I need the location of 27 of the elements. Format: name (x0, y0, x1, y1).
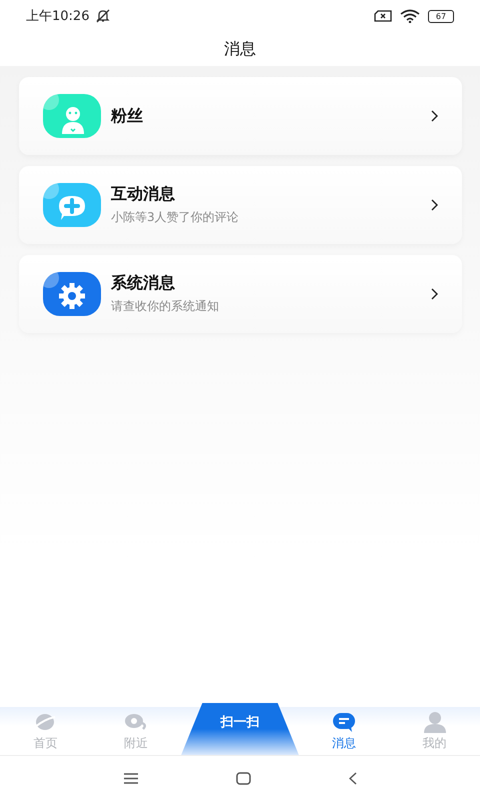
menu-icon[interactable] (124, 772, 138, 784)
person-icon (422, 710, 447, 732)
chevron-icon (431, 288, 438, 300)
tab[interactable]: 消息 (298, 707, 390, 755)
chat-icon (332, 710, 356, 732)
gear-icon (43, 272, 101, 316)
chevron-icon (431, 110, 438, 122)
message-card[interactable]: 粉丝 (19, 77, 462, 155)
home-icon[interactable] (236, 772, 250, 784)
message-card[interactable]: 互动消息 小陈等3人赞了你的评论 (19, 166, 462, 244)
message-card[interactable]: 系统消息 请查收你的系统通知 (19, 255, 462, 333)
status-time: 上午10:26 (26, 8, 90, 25)
chevron-icon (431, 199, 438, 211)
person-icon (43, 94, 101, 138)
battery-indicator: 67 (428, 10, 454, 22)
back-icon[interactable] (348, 772, 356, 784)
chat-icon (43, 183, 101, 227)
card-title: 系统消息 (111, 273, 176, 294)
sim-icon (374, 10, 392, 22)
card-title: 互动消息 (111, 184, 176, 205)
wifi-icon (400, 9, 420, 23)
mute-icon (95, 9, 112, 23)
scan-button[interactable]: 扫一扫 (181, 703, 299, 755)
card-title: 粉丝 (111, 106, 144, 126)
page-title: 消息 (224, 38, 256, 60)
card-subtitle: 请查收你的系统通知 (111, 298, 220, 315)
card-subtitle: 小陈等3人赞了你的评论 (111, 209, 240, 226)
